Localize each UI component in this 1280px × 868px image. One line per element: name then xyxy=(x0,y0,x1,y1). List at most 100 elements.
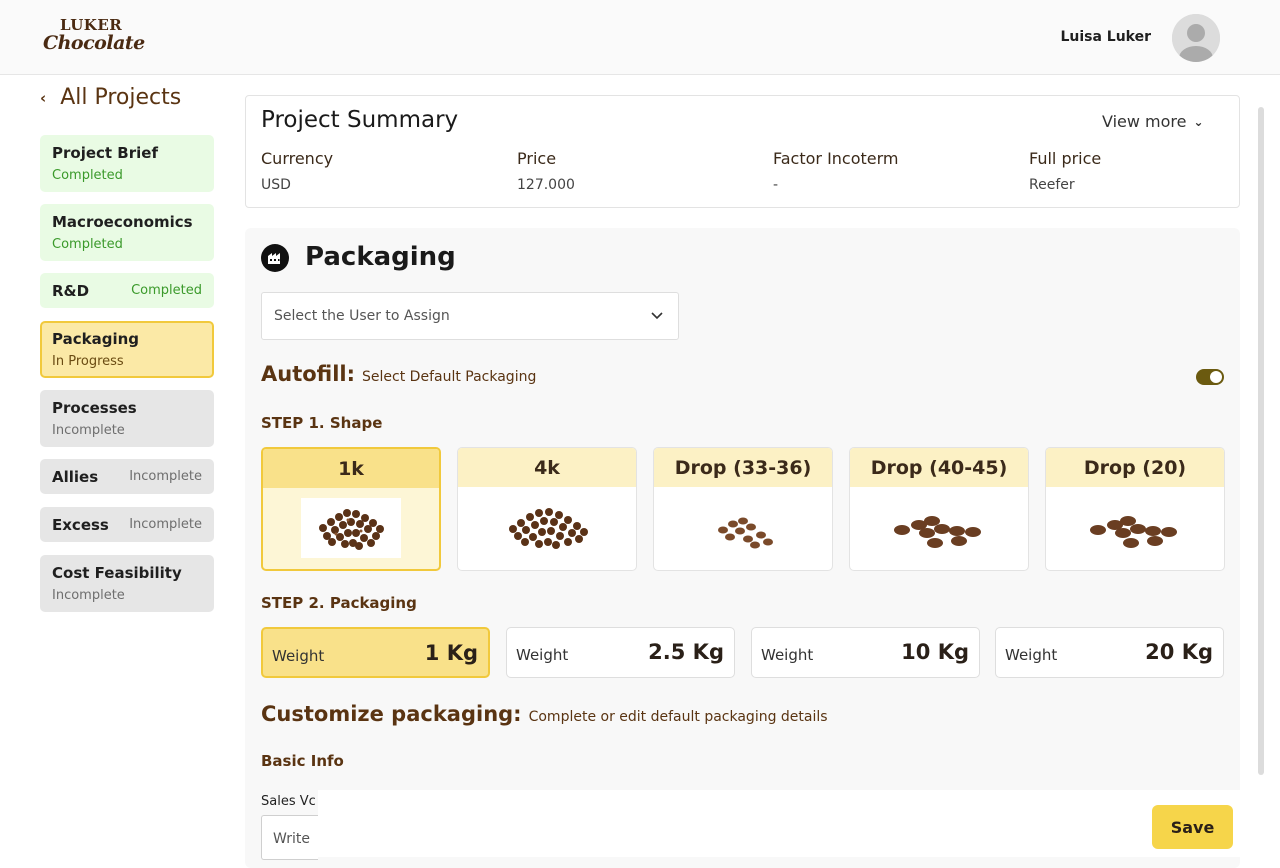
field-value: USD xyxy=(261,177,291,193)
weight-option-1kg[interactable]: Weight 1 Kg xyxy=(261,627,490,678)
autofill-title: Autofill: xyxy=(261,362,356,386)
weight-option-20kg[interactable]: Weight 20 Kg xyxy=(995,627,1224,678)
weight-value: 2.5 Kg xyxy=(648,640,724,664)
shape-label: 1k xyxy=(263,449,439,488)
sidebar-item-macroeconomics[interactable]: Macroeconomics Completed xyxy=(40,204,214,261)
assign-user-select[interactable]: Select the User to Assign xyxy=(261,292,679,340)
sidebar-item-processes[interactable]: Processes Incomplete xyxy=(40,390,214,447)
factory-icon xyxy=(261,244,289,272)
sidebar-item-status: Completed xyxy=(52,168,123,183)
customize-heading: Customize packaging: Complete or edit de… xyxy=(261,702,828,726)
user-name[interactable]: Luisa Luker xyxy=(1060,29,1151,45)
field-label: Factor Incoterm xyxy=(773,149,899,168)
sidebar-item-label: Project Brief xyxy=(52,144,158,162)
field-value: Reefer xyxy=(1029,177,1075,193)
shape-label: Drop (33-36) xyxy=(654,448,832,487)
customize-title: Customize packaging: xyxy=(261,702,522,726)
shape-card-drop-40-45[interactable]: Drop (40-45) xyxy=(849,447,1029,571)
field-label: Full price xyxy=(1029,149,1102,168)
field-value: 127.000 xyxy=(517,177,575,193)
packaging-title: Packaging xyxy=(305,242,456,272)
sidebar-item-status: In Progress xyxy=(52,354,124,369)
shape-label: Drop (20) xyxy=(1046,448,1224,487)
chevron-down-icon xyxy=(650,307,664,326)
basic-info-heading: Basic Info xyxy=(261,752,344,770)
sidebar-item-allies[interactable]: Allies Incomplete xyxy=(40,459,214,494)
autofill-subtitle: Select Default Packaging xyxy=(362,369,537,385)
shape-label: Drop (40-45) xyxy=(850,448,1028,487)
sidebar-item-label: Excess xyxy=(52,515,109,534)
customize-subtitle: Complete or edit default packaging detai… xyxy=(528,709,828,725)
assign-user-placeholder: Select the User to Assign xyxy=(274,308,450,324)
sidebar-item-status: Completed xyxy=(131,283,202,298)
chocolate-chips-image xyxy=(458,487,636,567)
weight-label: Weight xyxy=(761,646,814,664)
shape-label: 4k xyxy=(458,448,636,487)
all-projects-link[interactable]: ‹ All Projects xyxy=(40,85,181,110)
autofill-toggle[interactable] xyxy=(1196,369,1224,385)
sales-volume-label: Sales Vc xyxy=(261,794,316,809)
shape-card-drop-33-36[interactable]: Drop (33-36) xyxy=(653,447,833,571)
project-summary-title: Project Summary xyxy=(261,107,459,133)
chocolate-drops-image xyxy=(1046,487,1224,567)
sidebar-item-label: R&D xyxy=(52,281,90,300)
sidebar-item-label: Packaging xyxy=(52,330,139,348)
save-button[interactable]: Save xyxy=(1152,805,1233,849)
autofill-heading: Autofill: Select Default Packaging xyxy=(261,362,536,386)
sidebar-item-status: Incomplete xyxy=(52,588,125,603)
summary-field-currency: Currency USD xyxy=(261,149,333,193)
top-bar: LUKER Chocolate Luisa Luker xyxy=(0,0,1280,75)
shape-card-1k[interactable]: 1k xyxy=(261,447,441,571)
view-more-label: View more xyxy=(1102,112,1187,131)
weight-value: 1 Kg xyxy=(424,641,478,665)
sales-volume-input[interactable]: Write xyxy=(261,815,318,860)
logo-line-2: Chocolate xyxy=(43,32,145,54)
field-value: - xyxy=(773,177,779,193)
weight-label: Weight xyxy=(1005,646,1058,664)
toggle-knob xyxy=(1210,371,1222,383)
input-placeholder: Write xyxy=(273,831,310,847)
shape-card-4k[interactable]: 4k xyxy=(457,447,637,571)
project-summary-card: Project Summary View more ⌄ Currency USD… xyxy=(245,95,1240,208)
chevron-down-icon: ⌄ xyxy=(1193,114,1204,129)
chocolate-chips-image xyxy=(263,488,439,568)
sidebar-item-status: Completed xyxy=(52,237,123,252)
sidebar-item-label: Processes xyxy=(52,399,137,417)
field-label: Price xyxy=(517,149,557,168)
shape-card-drop-20[interactable]: Drop (20) xyxy=(1045,447,1225,571)
weight-label: Weight xyxy=(516,646,569,664)
summary-field-full-price: Full price Reefer xyxy=(1029,149,1101,193)
sidebar-item-label: Allies xyxy=(52,467,99,486)
chocolate-drops-image xyxy=(654,487,832,567)
user-avatar-icon xyxy=(1172,14,1220,62)
chocolate-drops-image xyxy=(850,487,1028,567)
sidebar-item-cost-feasibility[interactable]: Cost Feasibility Incomplete xyxy=(40,555,214,612)
summary-field-factor-incoterm: Factor Incoterm - xyxy=(773,149,899,193)
weight-value: 20 Kg xyxy=(1145,640,1213,664)
avatar[interactable] xyxy=(1172,14,1220,62)
sidebar-item-rd[interactable]: R&D Completed xyxy=(40,273,214,308)
sidebar-item-status: Incomplete xyxy=(129,469,202,484)
sidebar-item-status: Incomplete xyxy=(52,423,125,438)
logo-line-1: LUKER xyxy=(60,16,123,34)
summary-field-price: Price 127.000 xyxy=(517,149,575,193)
page-scrollbar[interactable] xyxy=(1258,107,1264,775)
sidebar-item-status: Incomplete xyxy=(129,517,202,532)
sidebar-item-excess[interactable]: Excess Incomplete xyxy=(40,507,214,542)
packaging-panel: Packaging Select the User to Assign Auto… xyxy=(245,228,1240,868)
all-projects-label: All Projects xyxy=(60,85,182,110)
sidebar-item-project-brief[interactable]: Project Brief Completed xyxy=(40,135,214,192)
weight-option-10kg[interactable]: Weight 10 Kg xyxy=(751,627,980,678)
view-more-button[interactable]: View more ⌄ xyxy=(1102,112,1204,131)
step1-label: STEP 1. Shape xyxy=(261,414,383,432)
luker-chocolate-logo[interactable]: LUKER Chocolate xyxy=(43,16,145,58)
save-bar-overlay xyxy=(318,790,1240,857)
sidebar-item-label: Cost Feasibility xyxy=(52,564,182,582)
step2-label: STEP 2. Packaging xyxy=(261,594,417,612)
chevron-left-icon: ‹ xyxy=(40,88,47,107)
weight-value: 10 Kg xyxy=(901,640,969,664)
field-label: Currency xyxy=(261,149,334,168)
sidebar-item-label: Macroeconomics xyxy=(52,213,193,231)
sidebar-item-packaging[interactable]: Packaging In Progress xyxy=(40,321,214,378)
weight-option-2-5kg[interactable]: Weight 2.5 Kg xyxy=(506,627,735,678)
